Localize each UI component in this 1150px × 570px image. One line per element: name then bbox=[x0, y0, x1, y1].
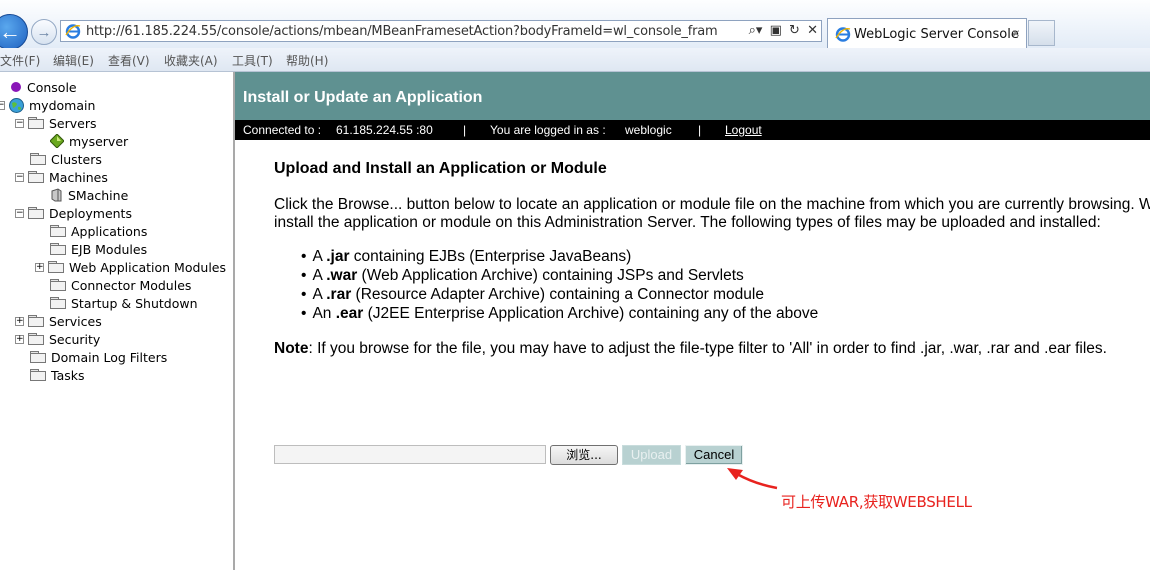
expand-icon[interactable]: + bbox=[15, 316, 24, 326]
tree-item-mydomain[interactable]: − mydomain bbox=[0, 96, 95, 114]
separator: | bbox=[698, 123, 702, 137]
tree-item-deployments[interactable]: − Deployments bbox=[15, 204, 132, 222]
tree-item-tasks[interactable]: Tasks bbox=[30, 366, 85, 384]
menu-edit[interactable]: 编辑(E) bbox=[53, 52, 94, 69]
cancel-button[interactable]: Cancel bbox=[685, 445, 743, 465]
collapse-icon[interactable]: − bbox=[15, 118, 24, 128]
menu-favorites[interactable]: 收藏夹(A) bbox=[164, 52, 218, 69]
tree-item-connector-modules[interactable]: Connector Modules bbox=[50, 276, 191, 294]
tree-item-console[interactable]: Console bbox=[10, 78, 77, 96]
separator: | bbox=[463, 123, 467, 137]
page-title: Install or Update an Application bbox=[243, 89, 483, 106]
folder-icon bbox=[28, 117, 44, 129]
tree-item-domain-log-filters[interactable]: Domain Log Filters bbox=[30, 348, 167, 366]
expand-icon[interactable]: + bbox=[15, 334, 24, 344]
note-text: Note: If you browse for the file, you ma… bbox=[274, 340, 1107, 357]
folder-icon bbox=[28, 333, 44, 345]
collapse-icon[interactable]: − bbox=[15, 172, 24, 182]
stop-icon[interactable]: ✕ bbox=[807, 23, 818, 38]
folder-icon bbox=[50, 243, 66, 255]
upload-button[interactable]: Upload bbox=[622, 445, 681, 465]
folder-icon bbox=[28, 207, 44, 219]
folder-icon bbox=[50, 279, 66, 291]
ie-logo-icon bbox=[835, 27, 851, 42]
collapse-icon[interactable]: − bbox=[0, 100, 5, 110]
connection-bar: Connected to : 61.185.224.55 :80 | You a… bbox=[235, 120, 1150, 140]
close-icon[interactable]: × bbox=[1012, 25, 1020, 41]
folder-icon bbox=[30, 351, 46, 363]
list-item: • A .war (Web Application Archive) contai… bbox=[301, 267, 744, 284]
tree-item-web-application-modules[interactable]: + Web Application Modules bbox=[35, 258, 226, 276]
annotation-note: 可上传WAR,获取WEBSHELL bbox=[781, 493, 972, 511]
menu-view[interactable]: 查看(V) bbox=[108, 52, 150, 69]
search-icon[interactable]: ⌕▾ bbox=[749, 23, 763, 38]
connected-label: Connected to : bbox=[243, 123, 322, 137]
menu-tools[interactable]: 工具(T) bbox=[232, 52, 273, 69]
back-arrow-icon[interactable]: ← bbox=[0, 14, 28, 50]
ie-logo-icon bbox=[65, 24, 81, 39]
menu-help[interactable]: 帮助(H) bbox=[286, 52, 328, 69]
tree-item-security[interactable]: + Security bbox=[15, 330, 100, 348]
tree-item-ejb-modules[interactable]: EJB Modules bbox=[50, 240, 147, 258]
connected-value: 61.185.224.55 :80 bbox=[336, 123, 433, 137]
folder-icon bbox=[48, 261, 64, 273]
bullet-icon: • bbox=[301, 305, 307, 322]
tab-title: WebLogic Server Console bbox=[854, 27, 1019, 42]
browse-button[interactable]: 浏览... bbox=[550, 445, 618, 465]
bullet-icon: • bbox=[301, 248, 307, 265]
file-path-input[interactable] bbox=[274, 445, 546, 464]
tab-weblogic-console[interactable]: WebLogic Server Console × bbox=[827, 18, 1027, 48]
compat-view-icon[interactable]: ▣ bbox=[770, 23, 782, 38]
tree-item-machines[interactable]: − Machines bbox=[15, 168, 108, 186]
list-item: • A .rar (Resource Adapter Archive) conta… bbox=[301, 286, 764, 303]
logged-in-label: You are logged in as : bbox=[490, 123, 606, 137]
annotation-arrow-icon bbox=[727, 468, 778, 490]
tree-item-applications[interactable]: Applications bbox=[50, 222, 147, 240]
main-frame: Install or Update an Application Connect… bbox=[235, 72, 1150, 570]
list-item: • An .ear (J2EE Enterprise Application Ar… bbox=[301, 305, 819, 322]
address-url[interactable]: http://61.185.224.55/console/actions/mbe… bbox=[86, 24, 718, 39]
logged-in-user: weblogic bbox=[625, 123, 672, 137]
expand-icon[interactable]: + bbox=[35, 262, 44, 272]
forward-arrow-icon[interactable]: → bbox=[31, 19, 57, 45]
tree-item-services[interactable]: + Services bbox=[15, 312, 102, 330]
machine-icon bbox=[51, 188, 62, 202]
menu-file[interactable]: 文件(F) bbox=[0, 52, 40, 69]
globe-icon bbox=[9, 97, 24, 113]
folder-icon bbox=[28, 315, 44, 327]
tree-item-clusters[interactable]: Clusters bbox=[30, 150, 102, 168]
folder-icon bbox=[28, 171, 44, 183]
address-bar[interactable]: http://61.185.224.55/console/actions/mbe… bbox=[60, 20, 822, 42]
collapse-icon[interactable]: − bbox=[15, 208, 24, 218]
title-bar: Install or Update an Application bbox=[235, 72, 1150, 120]
bullet-icon: • bbox=[301, 267, 307, 284]
tree-item-servers[interactable]: − Servers bbox=[15, 114, 97, 132]
intro-text: Click the Browse... button below to loca… bbox=[274, 196, 1150, 213]
tree-item-myserver[interactable]: myserver bbox=[50, 132, 128, 150]
folder-icon bbox=[30, 153, 46, 165]
intro-text: install the application or module on thi… bbox=[274, 214, 1101, 231]
console-dot-icon bbox=[11, 82, 21, 92]
navigation-tree: Console − mydomain − Servers myserver Cl… bbox=[0, 72, 233, 570]
folder-icon bbox=[30, 369, 46, 381]
list-item: • A .jar containing EJBs (Enterprise Java… bbox=[301, 248, 632, 265]
new-tab-button[interactable] bbox=[1028, 20, 1055, 46]
refresh-icon[interactable]: ↻ bbox=[789, 23, 800, 38]
server-diamond-icon bbox=[50, 134, 64, 148]
browser-chrome: ← → http://61.185.224.55/console/actions… bbox=[0, 0, 1150, 50]
tree-item-smachine[interactable]: SMachine bbox=[50, 186, 128, 204]
folder-icon bbox=[50, 225, 66, 237]
folder-icon bbox=[50, 297, 66, 309]
content-area: Upload and Install an Application or Mod… bbox=[235, 140, 1150, 570]
logout-link[interactable]: Logout bbox=[725, 123, 762, 137]
tree-item-startup-shutdown[interactable]: Startup & Shutdown bbox=[50, 294, 198, 312]
section-heading: Upload and Install an Application or Mod… bbox=[274, 160, 607, 177]
bullet-icon: • bbox=[301, 286, 307, 303]
menu-bar: 文件(F) 编辑(E) 查看(V) 收藏夹(A) 工具(T) 帮助(H) bbox=[0, 48, 1150, 72]
